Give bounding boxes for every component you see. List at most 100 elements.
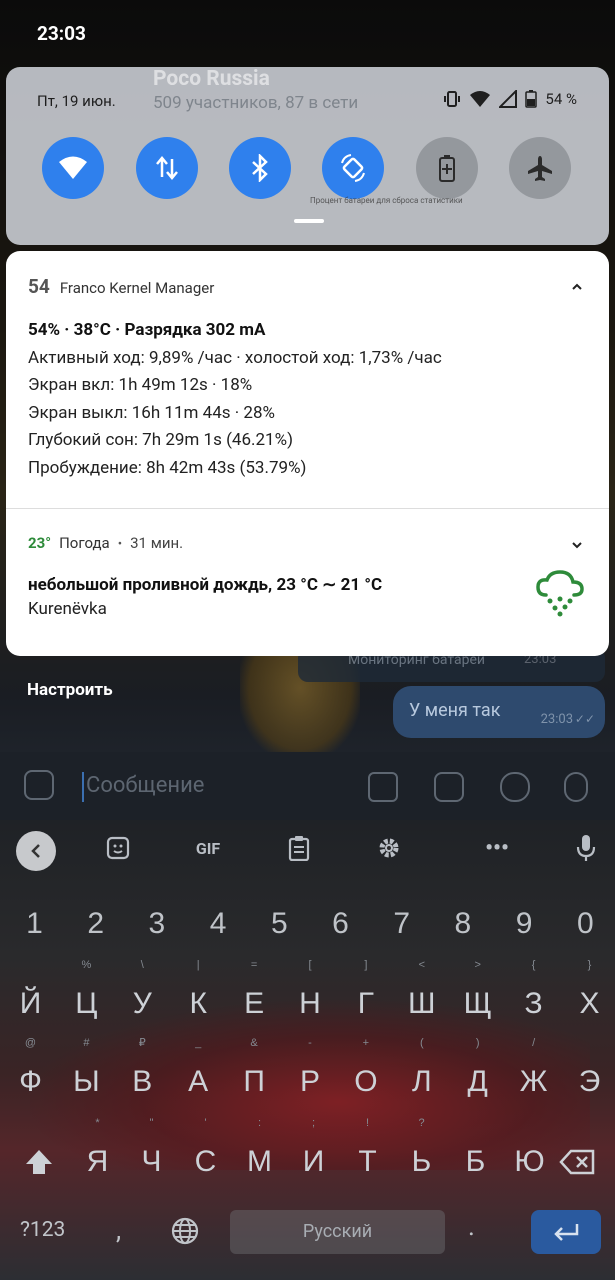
background-hint-text: Процент батареи для сброса статистики	[310, 196, 463, 205]
command-icon[interactable]	[368, 772, 398, 802]
weather-notification-body[interactable]: небольшой проливной дождь, 23 °C ∼ 21 °C…	[28, 575, 382, 619]
key-label: П	[243, 1065, 265, 1098]
clipboard-button[interactable]	[286, 834, 312, 862]
settings-button[interactable]	[376, 834, 402, 862]
attach-icon[interactable]	[500, 772, 530, 802]
key[interactable]: {З	[503, 959, 564, 1034]
microphone-icon[interactable]	[564, 772, 588, 802]
weather-notification-header[interactable]: 23° Погода • 31 мин.	[28, 534, 183, 552]
camera-icon[interactable]	[434, 772, 464, 802]
shift-key[interactable]	[8, 1132, 69, 1192]
key[interactable]: / Ж	[503, 1037, 564, 1112]
key[interactable]: Ю	[499, 1132, 560, 1192]
tile-auto-rotate[interactable]	[322, 137, 384, 199]
key[interactable]: 4	[188, 894, 249, 954]
key[interactable]: _ А	[168, 1037, 229, 1112]
key[interactable]: \ У	[112, 959, 173, 1034]
key-secondary-label: \	[140, 959, 144, 971]
enter-key[interactable]	[531, 1210, 601, 1254]
globe-icon[interactable]	[170, 1216, 200, 1246]
key[interactable]: [Н	[280, 959, 341, 1034]
key[interactable]: & П	[224, 1037, 285, 1112]
letter-row-2: @ Ф # Ы ₽ В _ А & П - Р + О(Л) Д / Ж Э	[0, 1037, 615, 1112]
key[interactable]: Б	[445, 1132, 506, 1192]
letter-row-3: * Я " Ч ' С: М; И! Т? Ь Б Ю	[0, 1117, 615, 1192]
customize-button[interactable]: Настроить	[27, 680, 113, 700]
key[interactable]: = Е	[224, 959, 285, 1034]
key[interactable]: ₽ В	[112, 1037, 173, 1112]
key[interactable]: -Р	[280, 1037, 341, 1112]
key[interactable]: 0	[555, 894, 615, 954]
key[interactable]: :М	[229, 1117, 290, 1192]
chat-message-text: У меня так	[409, 700, 501, 721]
key[interactable]: > Щ	[447, 959, 508, 1034]
tile-battery-saver[interactable]	[416, 137, 478, 199]
tile-mobile-data[interactable]	[136, 137, 198, 199]
key[interactable]: 3	[126, 894, 187, 954]
sticker-icon[interactable]	[24, 770, 54, 800]
key-label: О	[354, 1065, 378, 1098]
key[interactable]: } Х	[559, 959, 615, 1034]
sticker-button[interactable]	[104, 834, 132, 862]
franco-notification-header[interactable]: 54 Franco Kernel Manager	[28, 275, 214, 298]
quick-settings-date[interactable]: Пт, 19 июн.	[37, 92, 116, 110]
key-secondary-label: |	[196, 959, 200, 971]
key[interactable]: ; И	[283, 1117, 344, 1192]
comma-key[interactable]: ,	[116, 1216, 121, 1246]
key[interactable]: # Ы	[56, 1037, 117, 1112]
symbols-key[interactable]: ?123	[20, 1218, 65, 1242]
tile-wifi[interactable]	[42, 137, 104, 199]
tile-airplane-mode[interactable]	[509, 137, 571, 199]
key[interactable]: 9	[494, 894, 555, 954]
key[interactable]: ? Ь	[391, 1117, 452, 1192]
franco-line: Активный ход: 9,89% /час · холостой ход:…	[28, 347, 442, 368]
key[interactable]: ] Г	[335, 959, 396, 1034]
key[interactable]: * Я	[67, 1117, 128, 1192]
key[interactable]: @ Ф	[0, 1037, 61, 1112]
key-secondary-label: :	[257, 1117, 262, 1129]
drag-handle[interactable]	[294, 219, 324, 223]
period-key[interactable]: .	[468, 1212, 475, 1242]
expand-chevron-icon[interactable]	[571, 539, 583, 551]
weather-notification-time: 31 мин.	[130, 534, 184, 552]
key[interactable]: Э	[559, 1052, 615, 1112]
weather-app-icon: 23°	[28, 534, 52, 552]
key[interactable]: ) Д	[447, 1037, 508, 1112]
key[interactable]: + О	[335, 1037, 396, 1112]
space-key[interactable]: Русский	[230, 1210, 445, 1254]
clipboard-icon	[288, 836, 310, 861]
key[interactable]: 1	[4, 894, 65, 954]
key[interactable]: ' С	[175, 1117, 236, 1192]
key[interactable]: % Ц	[56, 959, 117, 1034]
key-label: 8	[454, 907, 472, 940]
gif-button[interactable]: GIF	[188, 834, 228, 862]
key[interactable]: ! Т	[337, 1117, 398, 1192]
key[interactable]: 8	[432, 894, 493, 954]
key-secondary-label: %	[81, 959, 92, 971]
shift-arrow-icon	[25, 1150, 52, 1174]
key[interactable]: 2	[65, 894, 126, 954]
franco-notification-body[interactable]: 54% · 38°C · Разрядка 302 mA Активный хо…	[28, 317, 442, 482]
voice-input-button[interactable]	[574, 834, 598, 862]
key[interactable]: 7	[371, 894, 432, 954]
quick-settings-tiles	[42, 137, 582, 201]
collapse-chevron-icon[interactable]	[571, 281, 583, 293]
tile-bluetooth[interactable]	[229, 137, 291, 199]
key[interactable]: 5	[249, 894, 310, 954]
read-check-icon: ✓✓	[574, 712, 595, 726]
more-button[interactable]: •••	[483, 834, 511, 862]
key-label: З	[524, 987, 543, 1020]
key[interactable]: 6	[310, 894, 371, 954]
key[interactable]: Й	[0, 974, 61, 1034]
key[interactable]: " Ч	[121, 1117, 182, 1192]
key[interactable]: | К	[168, 959, 229, 1034]
key[interactable]: (Л	[391, 1037, 452, 1112]
chevron-left-icon	[31, 844, 40, 858]
key-secondary-label: ]	[364, 959, 368, 971]
more-dots-icon: •••	[485, 835, 509, 861]
key-label: К	[189, 987, 207, 1020]
key[interactable]: < Ш	[391, 959, 452, 1034]
battery-saver-icon	[439, 155, 455, 182]
keyboard-back-button[interactable]	[16, 831, 56, 871]
message-input[interactable]: Сообщение	[86, 773, 204, 798]
